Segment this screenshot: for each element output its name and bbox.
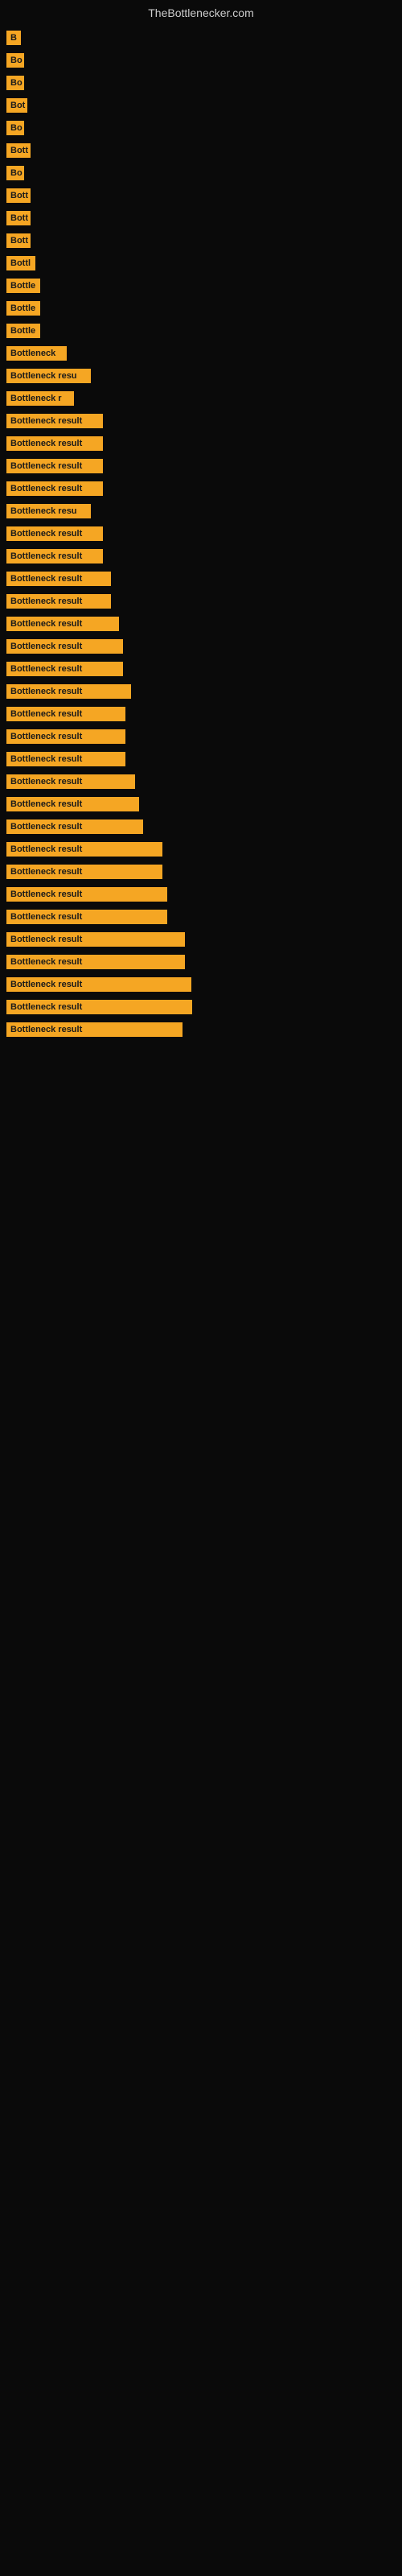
bottleneck-label: Bottleneck [6,346,67,361]
list-item: Bottleneck result [6,1022,396,1037]
bottleneck-label: Bottleneck result [6,481,103,496]
list-item: Bottleneck result [6,436,396,451]
list-item: B [6,31,396,45]
list-item: Bott [6,143,396,158]
list-item: Bottleneck result [6,459,396,473]
bottleneck-label: Bott [6,233,31,248]
items-container: B Bo Bo Bot Bo Bott Bo Bott Bott Bott Bottl Bottle B… [0,23,402,1053]
bottleneck-label: B [6,31,21,45]
bottleneck-label: Bottl [6,256,35,270]
bottleneck-label: Bottleneck result [6,414,103,428]
list-item: Bottleneck result [6,707,396,721]
list-item: Bot [6,98,396,113]
list-item: Bottleneck result [6,752,396,766]
list-item: Bottleneck result [6,932,396,947]
list-item: Bottleneck result [6,549,396,564]
list-item: Bottleneck result [6,774,396,789]
list-item: Bottle [6,279,396,293]
bottleneck-label: Bottleneck result [6,684,131,699]
list-item: Bottleneck result [6,594,396,609]
bottleneck-label: Bot [6,98,27,113]
bottleneck-label: Bott [6,188,31,203]
bottleneck-label: Bottleneck r [6,391,74,406]
bottleneck-label: Bottleneck result [6,819,143,834]
list-item: Bottleneck result [6,414,396,428]
site-title: TheBottlenecker.com [0,0,402,23]
bottleneck-label: Bottleneck result [6,774,135,789]
list-item: Bottleneck result [6,639,396,654]
bottleneck-label: Bottleneck result [6,887,167,902]
bottleneck-label: Bottle [6,324,40,338]
bottleneck-label: Bottleneck result [6,842,162,857]
bottleneck-label: Bo [6,53,24,68]
list-item: Bottleneck result [6,617,396,631]
bottleneck-label: Bottleneck result [6,752,125,766]
bottleneck-label: Bottle [6,301,40,316]
list-item: Bott [6,233,396,248]
bottleneck-label: Bottleneck resu [6,369,91,383]
list-item: Bo [6,76,396,90]
list-item: Bottleneck result [6,572,396,586]
site-title-bar: TheBottlenecker.com [0,0,402,23]
bottleneck-label: Bott [6,211,31,225]
list-item: Bottleneck resu [6,369,396,383]
bottleneck-label: Bottleneck result [6,955,185,969]
list-item: Bottleneck r [6,391,396,406]
list-item: Bottleneck result [6,797,396,811]
list-item: Bottle [6,324,396,338]
list-item: Bott [6,211,396,225]
bottleneck-label: Bottleneck result [6,910,167,924]
bottleneck-label: Bottleneck result [6,526,103,541]
list-item: Bottle [6,301,396,316]
list-item: Bottleneck [6,346,396,361]
list-item: Bo [6,166,396,180]
list-item: Bottleneck result [6,729,396,744]
list-item: Bottleneck resu [6,504,396,518]
list-item: Bottleneck result [6,955,396,969]
list-item: Bottleneck result [6,865,396,879]
bottleneck-label: Bottleneck result [6,617,119,631]
bottleneck-label: Bo [6,76,24,90]
list-item: Bottleneck result [6,819,396,834]
bottleneck-label: Bottleneck result [6,639,123,654]
bottleneck-label: Bottleneck result [6,459,103,473]
bottleneck-label: Bottleneck result [6,572,111,586]
bottleneck-label: Bottleneck result [6,1000,192,1014]
list-item: Bottleneck result [6,481,396,496]
bottleneck-label: Bottleneck result [6,932,185,947]
list-item: Bottleneck result [6,887,396,902]
list-item: Bott [6,188,396,203]
bottleneck-label: Bottleneck result [6,729,125,744]
list-item: Bottleneck result [6,526,396,541]
bottleneck-label: Bottleneck resu [6,504,91,518]
list-item: Bottleneck result [6,684,396,699]
list-item: Bo [6,121,396,135]
list-item: Bottleneck result [6,977,396,992]
bottleneck-label: Bottleneck result [6,549,103,564]
bottleneck-label: Bottle [6,279,40,293]
list-item: Bottleneck result [6,842,396,857]
list-item: Bo [6,53,396,68]
bottleneck-label: Bo [6,121,24,135]
bottleneck-label: Bott [6,143,31,158]
bottleneck-label: Bo [6,166,24,180]
bottleneck-label: Bottleneck result [6,797,139,811]
bottleneck-label: Bottleneck result [6,865,162,879]
bottleneck-label: Bottleneck result [6,662,123,676]
bottleneck-label: Bottleneck result [6,707,125,721]
list-item: Bottleneck result [6,1000,396,1014]
list-item: Bottleneck result [6,910,396,924]
bottleneck-label: Bottleneck result [6,1022,183,1037]
bottleneck-label: Bottleneck result [6,594,111,609]
bottleneck-label: Bottleneck result [6,977,191,992]
bottleneck-label: Bottleneck result [6,436,103,451]
list-item: Bottleneck result [6,662,396,676]
list-item: Bottl [6,256,396,270]
